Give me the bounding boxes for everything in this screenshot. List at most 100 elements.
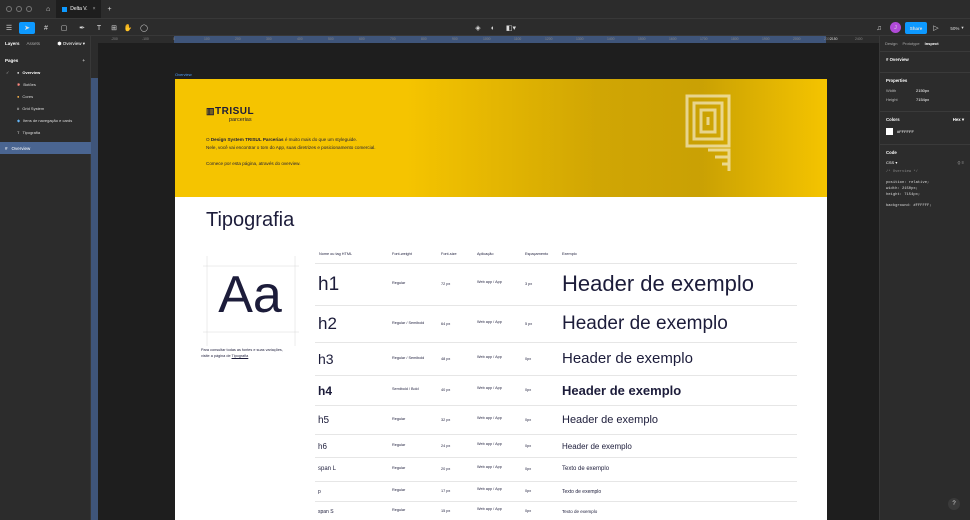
present-icon[interactable]: ▷ [931,22,941,34]
typography-note-1: Para consultar todas as fontes e suas va… [201,348,283,352]
contrast-icon[interactable]: ◐ [488,22,498,34]
home-icon[interactable]: ⌂ [40,0,56,18]
frame-tool-icon[interactable]: # [40,22,52,34]
main-menu-icon[interactable]: ☰ [3,22,15,34]
logo-mark-icon: ▥ [206,106,216,116]
close-tab-icon[interactable]: × [93,6,96,12]
help-button[interactable]: ? [948,498,960,510]
page-item-tipografia[interactable]: T Tipografia [0,126,90,138]
col-header-tag: Nome ou tag HTML [319,252,353,256]
tab-layers[interactable]: Layers [5,41,20,47]
code-lang-dropdown[interactable]: CSS ▾ [886,160,916,165]
hand-tool-icon[interactable]: ✋ [123,22,133,34]
row-weight: Regular [392,442,406,447]
component-icon[interactable]: ◈ [473,22,483,34]
color-format-dropdown[interactable]: Hex ▾ [953,117,964,123]
window-minimize-dot[interactable] [16,6,22,12]
ruler-tick-label: 1500 [638,37,646,41]
window-close-dot[interactable] [6,6,12,12]
pen-tool-icon[interactable]: ✒ [76,22,88,34]
page-item-grid-system[interactable]: # Grid System [0,102,90,114]
page-item-overview[interactable]: ✓ ● Overview [0,66,90,78]
row-spacing: 0px [525,388,532,392]
tab-assets[interactable]: Assets [27,41,41,47]
row-application: Web app / App [477,415,502,420]
page-item-label: Botões [23,81,36,87]
row-size: 24 px [441,443,451,448]
ruler-tick-label: -200 [111,37,118,41]
row-weight: Regular [392,488,406,492]
row-application: Web app / App [477,319,502,324]
row-application: Web app / App [477,386,502,390]
table-row: span L Regular 20 px Web app / App 0px Texto … [315,457,797,481]
color-format: Hex [952,117,961,122]
row-tag: h1 [318,273,340,295]
right-panel-tabs: Design Prototype Inspect [880,36,970,51]
row-example: Header de exemplo [562,413,659,426]
frame-label[interactable]: Overview [175,72,192,77]
tipografia-link[interactable]: Tipografia [232,354,249,358]
page-item-label: Cores [22,93,34,99]
zoom-dropdown[interactable]: 50% ▾ [947,22,967,34]
left-panel-tabs: Layers Assets ⬢ Overview ▾ [0,36,90,52]
headphones-icon[interactable]: ♫ [874,22,884,34]
colors-title: Colors [886,117,900,122]
ruler-tick-label: 1000 [483,37,491,41]
add-page-button[interactable]: + [82,58,85,63]
page-item-label: Itens de navegação e cards [23,117,73,123]
canvas[interactable]: -200 -100 0 100 200 300 400 500 600 700 800 900 1000… [91,36,879,520]
share-button[interactable]: Share [905,22,927,34]
comment-tool-icon[interactable]: ◯ [139,22,149,34]
overview-frame[interactable]: ▥TRISUL parcerias O Design System TRISUL… [175,79,827,520]
row-weight: Regular [392,416,406,421]
ruler-left-selection [91,78,98,520]
table-row: p Regular 17 px Web app / App 0px Texto de ex… [315,481,797,501]
text-tool-icon[interactable]: T [94,22,104,34]
resources-icon[interactable]: ⊞ [109,22,119,34]
layer-item-overview[interactable]: # Overview [0,142,91,154]
move-tool-icon[interactable]: ➤ [19,22,35,34]
file-tab[interactable]: Delta V. × [56,0,102,18]
page-item-label: Overview [22,69,41,75]
avatar[interactable]: J [890,22,901,33]
row-weight: Semibold / Bold [392,387,419,391]
ruler-tick-label: 1600 [669,37,677,41]
row-example: Header de exemplo [562,271,755,297]
page-item-label: Tipografia [22,129,41,135]
page-dropdown-label: Overview [62,41,82,46]
height-value[interactable]: 7154px [916,97,929,102]
row-weight: Regular [392,508,406,512]
row-example: Header de exemplo [562,441,632,451]
logo-text: TRISUL [215,106,255,117]
new-tab-button[interactable]: + [101,0,117,18]
window-maximize-dot[interactable] [26,6,32,12]
page-item-cores[interactable]: ● Cores [0,90,90,102]
height-label: Height [886,97,898,102]
color-row[interactable]: #FFFFFF [886,128,964,135]
page-item-botoes[interactable]: ✱ Botões [0,78,90,90]
ruler-tick-label: 1100 [514,37,522,41]
shape-tool-icon[interactable]: ▢ [58,22,70,34]
ruler-tick-label: 400 [297,37,303,41]
row-tag: h4 [318,383,333,398]
tab-inspect[interactable]: Inspect [925,41,939,46]
tab-design[interactable]: Design [885,41,897,46]
row-tag: h3 [318,351,334,368]
boolean-icon[interactable]: ◧▾ [504,22,518,34]
width-value[interactable]: 2150px [916,88,929,93]
code-lang: CSS [886,160,895,165]
code-view-icons[interactable]: ⟨⟩ ≡ [957,160,964,165]
col-header-application: Aplicação [477,252,494,256]
row-size: 15 px [441,509,451,513]
page-dropdown[interactable]: ⬢ Overview ▾ [58,41,85,47]
row-size: 72 px [441,282,451,286]
row-spacing: 0px [525,467,532,471]
page-item-icon: ◆ [17,117,21,123]
row-application: Web app / App [477,441,502,446]
page-item-icon: ● [17,69,20,75]
tab-prototype[interactable]: Prototype [902,41,919,46]
page-item-navegacao[interactable]: ◆ Itens de navegação e cards [0,114,90,126]
logo-subtitle: parcerias [229,117,252,123]
ruler-tick-label: 600 [359,37,365,41]
frame-icon: # [886,57,889,62]
